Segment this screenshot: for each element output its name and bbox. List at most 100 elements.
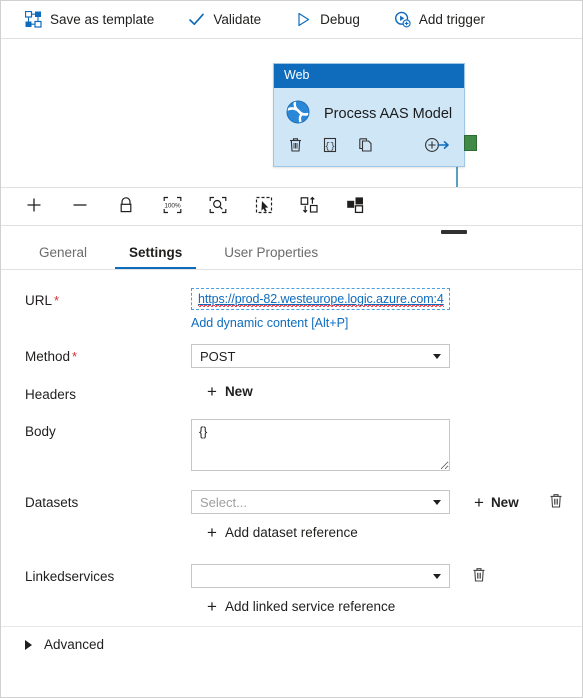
datasets-label: Datasets <box>25 495 79 510</box>
row-method: Method * POST <box>1 344 582 368</box>
zoom-fit-icon <box>209 196 227 217</box>
method-label: Method * <box>25 344 191 365</box>
panel-collapse-handle[interactable] <box>441 230 467 234</box>
zoom-to-fit-button[interactable] <box>207 196 229 218</box>
minimap-icon <box>346 196 366 217</box>
activity-card-actions: {} <box>274 133 464 166</box>
method-label-text: Method <box>25 349 71 364</box>
datasets-field-group: Select... + New + Add dataset reference <box>191 490 570 542</box>
method-required-marker: * <box>72 349 78 364</box>
zoom-100-percent-icon: 100% <box>163 196 182 217</box>
activity-card-body: Process AAS Model <box>274 88 464 133</box>
add-dataset-reference-label: Add dataset reference <box>224 525 358 540</box>
auto-align-icon <box>300 196 320 217</box>
toggle-minimap-button[interactable] <box>345 196 367 218</box>
new-dataset-button[interactable]: + New <box>474 492 519 512</box>
auto-align-button[interactable] <box>299 196 321 218</box>
body-label: Body <box>25 424 56 439</box>
panel-collapse-strip <box>1 226 582 240</box>
add-dataset-reference-button[interactable]: + Add dataset reference <box>207 523 570 542</box>
tab-settings[interactable]: Settings <box>115 246 197 269</box>
add-linked-service-reference-button[interactable]: + Add linked service reference <box>207 597 570 616</box>
save-as-template-button[interactable]: Save as template <box>25 11 154 28</box>
debug-button[interactable]: Debug <box>295 11 360 28</box>
add-trigger-icon <box>394 11 411 28</box>
body-input[interactable] <box>191 419 450 471</box>
plus-icon: + <box>207 382 217 401</box>
code-braces-icon[interactable]: {} <box>323 137 338 156</box>
headers-field-group: + New <box>191 382 570 401</box>
url-input-value: https://prod-82.westeurope.logic.azure.c… <box>198 291 444 307</box>
pipeline-canvas[interactable]: Web Process AAS Model {} <box>1 39 582 188</box>
save-as-template-label: Save as template <box>50 12 155 27</box>
copy-icon[interactable] <box>358 137 373 156</box>
url-required-marker: * <box>54 293 60 308</box>
activity-card-web[interactable]: Web Process AAS Model {} <box>273 63 465 167</box>
plus-icon: + <box>474 492 484 512</box>
chevron-down-icon <box>433 573 441 579</box>
method-dropdown[interactable]: POST <box>191 344 450 368</box>
url-label-text: URL <box>25 293 53 308</box>
headers-label: Headers <box>25 387 77 402</box>
minus-icon <box>71 196 89 217</box>
select-region-button[interactable] <box>253 196 275 218</box>
linkedservices-field-group: + Add linked service reference <box>191 564 570 616</box>
row-body: Body <box>1 419 582 474</box>
activity-title: Process AAS Model <box>324 105 453 122</box>
advanced-section-toggle[interactable]: Advanced <box>1 626 582 662</box>
advanced-label: Advanced <box>44 637 105 652</box>
url-input[interactable]: https://prod-82.westeurope.logic.azure.c… <box>191 288 450 310</box>
select-cursor-icon <box>255 196 273 217</box>
add-header-button[interactable]: + New <box>207 382 570 401</box>
success-connector-handle[interactable] <box>464 135 477 151</box>
tab-user-properties[interactable]: User Properties <box>210 246 332 269</box>
method-field-group: POST <box>191 344 570 368</box>
zoom-to-100-button[interactable]: 100% <box>161 196 183 218</box>
trash-icon[interactable] <box>288 137 303 156</box>
plus-icon: + <box>207 523 217 542</box>
trash-icon <box>549 493 563 512</box>
linkedservices-label: Linkedservices <box>25 569 115 584</box>
add-trigger-button[interactable]: Add trigger <box>394 11 485 28</box>
add-arrow-icon[interactable] <box>424 137 450 156</box>
lock-canvas-button[interactable] <box>115 196 137 218</box>
zoom-out-button[interactable] <box>69 196 91 218</box>
properties-tabs: General Settings User Properties <box>1 240 582 270</box>
chevron-down-icon <box>433 499 441 505</box>
web-globe-icon <box>284 98 312 129</box>
add-dynamic-content-link[interactable]: Add dynamic content [Alt+P] <box>191 316 348 330</box>
linkedservices-dropdown[interactable] <box>191 564 450 588</box>
play-triangle-icon <box>295 11 312 28</box>
activity-type-label: Web <box>274 64 464 88</box>
checkmark-icon <box>188 11 205 28</box>
row-url: URL * https://prod-82.westeurope.logic.az… <box>1 288 582 330</box>
chevron-down-icon <box>433 353 441 359</box>
delete-dataset-button[interactable] <box>547 492 565 512</box>
method-dropdown-value: POST <box>200 348 236 364</box>
command-bar: Save as template Validate Debug Add trig… <box>1 1 582 39</box>
row-datasets: Datasets Select... + New + Add dataset r… <box>1 490 582 542</box>
trash-icon <box>472 567 486 586</box>
delete-linkedservice-button[interactable] <box>470 566 488 586</box>
zoom-in-button[interactable] <box>23 196 45 218</box>
new-dataset-label: New <box>490 494 519 510</box>
tab-general[interactable]: General <box>25 246 101 269</box>
url-label: URL * <box>25 288 191 309</box>
body-field-group <box>191 419 570 474</box>
url-field-group: https://prod-82.westeurope.logic.azure.c… <box>191 288 570 330</box>
canvas-toolbar: 100% <box>1 188 582 226</box>
validate-label: Validate <box>213 12 262 27</box>
linkedservices-row-controls <box>191 564 570 588</box>
validate-button[interactable]: Validate <box>188 11 261 28</box>
add-linked-service-reference-label: Add linked service reference <box>224 599 396 614</box>
row-headers: Headers + New <box>1 382 582 403</box>
settings-form: URL * https://prod-82.westeurope.logic.az… <box>1 270 582 662</box>
svg-text:{}: {} <box>325 142 336 152</box>
datasets-dropdown[interactable]: Select... <box>191 490 450 514</box>
add-trigger-label: Add trigger <box>418 12 485 27</box>
plus-icon: + <box>207 597 217 616</box>
add-header-label: New <box>224 384 253 399</box>
datasets-row-controls: Select... + New <box>191 490 570 514</box>
row-linkedservices: Linkedservices + Add linked service refe… <box>1 564 582 616</box>
datasets-dropdown-placeholder: Select... <box>200 494 247 510</box>
